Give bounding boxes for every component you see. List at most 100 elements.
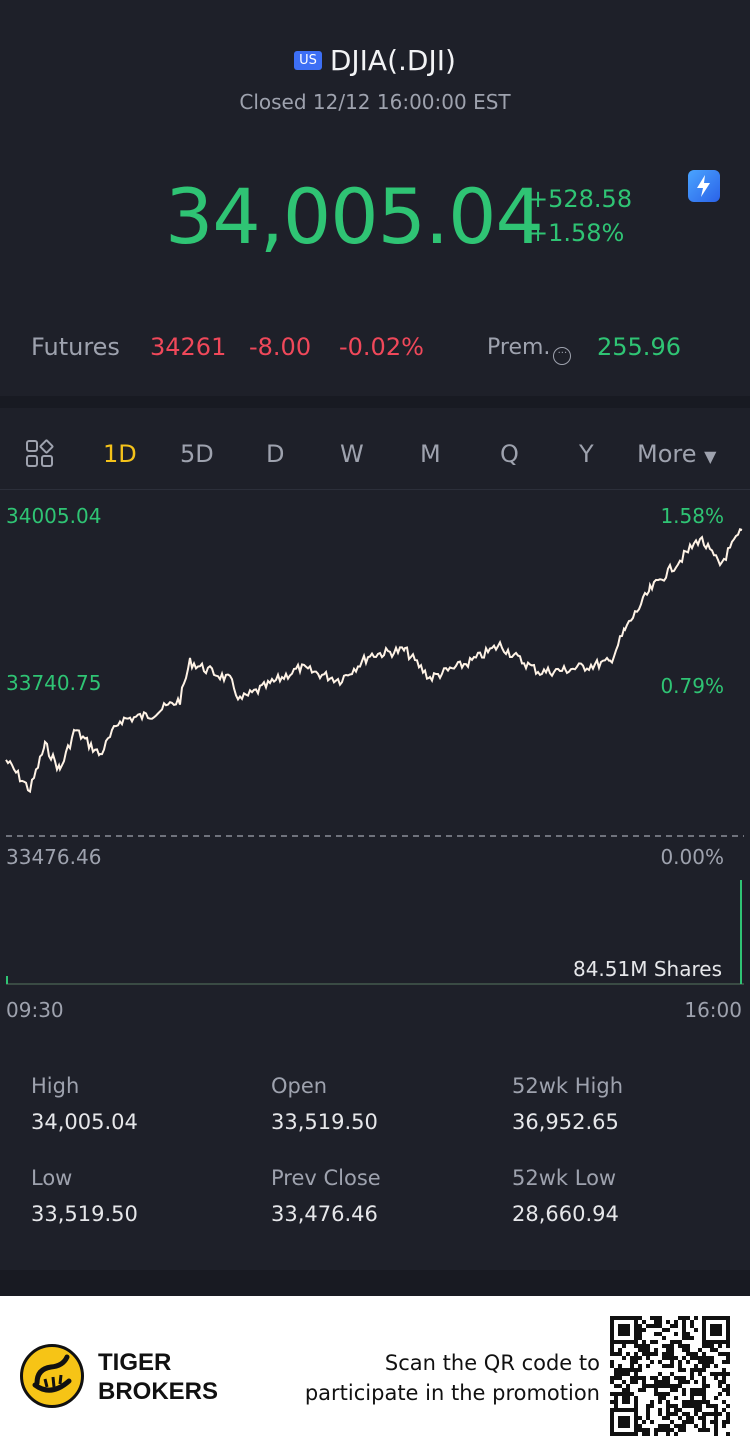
intraday-chart[interactable]: 34005.04 1.58% 33740.75 0.79% 33476.46 0… xyxy=(0,490,750,1030)
qr-module xyxy=(702,1356,706,1360)
tab-more-label: More xyxy=(637,440,697,468)
qr-module xyxy=(682,1420,686,1424)
qr-module xyxy=(698,1372,702,1376)
qr-module xyxy=(690,1320,694,1324)
qr-module xyxy=(638,1324,642,1328)
qr-module xyxy=(706,1412,710,1416)
qr-module xyxy=(726,1344,730,1348)
qr-module xyxy=(674,1388,678,1392)
qr-module xyxy=(706,1364,710,1368)
tab-y[interactable]: Y xyxy=(579,440,594,468)
qr-module xyxy=(702,1416,706,1420)
qr-module xyxy=(654,1388,658,1392)
qr-module xyxy=(662,1392,666,1396)
qr-module xyxy=(702,1392,706,1396)
qr-module xyxy=(642,1340,646,1344)
qr-module xyxy=(686,1352,690,1356)
tab-d[interactable]: D xyxy=(266,440,284,468)
stat-prev-close: Prev Close 33,476.46 xyxy=(271,1166,381,1226)
qr-module xyxy=(682,1328,686,1332)
tab-more[interactable]: More ▼ xyxy=(637,440,716,468)
qr-module xyxy=(674,1376,678,1380)
qr-module xyxy=(690,1396,694,1400)
qr-module xyxy=(678,1428,682,1432)
qr-module xyxy=(610,1352,614,1356)
qr-module xyxy=(702,1368,706,1372)
qr-module xyxy=(614,1368,618,1372)
qr-module xyxy=(630,1376,634,1380)
stat-52wk-high-value: 36,952.65 xyxy=(512,1110,619,1134)
qr-module xyxy=(714,1376,718,1380)
qr-module xyxy=(622,1388,626,1392)
qr-module xyxy=(706,1400,710,1404)
qr-module xyxy=(626,1396,630,1400)
qr-module xyxy=(610,1360,614,1364)
qr-module xyxy=(666,1376,670,1380)
qr-module xyxy=(634,1380,638,1384)
qr-module xyxy=(650,1324,654,1328)
qr-module xyxy=(658,1424,662,1428)
qr-module xyxy=(658,1408,662,1412)
tab-1d[interactable]: 1D xyxy=(103,440,137,468)
qr-module xyxy=(638,1364,642,1368)
stat-low-label: Low xyxy=(31,1166,73,1190)
qr-module xyxy=(682,1392,686,1396)
qr-module xyxy=(646,1348,650,1352)
qr-module xyxy=(638,1336,642,1340)
qr-module xyxy=(658,1316,662,1320)
qr-module xyxy=(682,1404,686,1408)
qr-module xyxy=(662,1376,666,1380)
tab-w[interactable]: W xyxy=(340,440,364,468)
tab-m[interactable]: M xyxy=(420,440,441,468)
qr-module xyxy=(694,1316,698,1320)
brand-name: TIGER BROKERS xyxy=(98,1348,218,1406)
qr-module xyxy=(654,1432,658,1436)
qr-module xyxy=(658,1384,662,1388)
qr-module xyxy=(726,1388,730,1392)
period-tabs: 1D 5D D W M Q Y More ▼ xyxy=(0,420,750,490)
qr-module xyxy=(678,1360,682,1364)
qr-module xyxy=(702,1352,706,1356)
qr-module xyxy=(706,1384,710,1388)
promo-text: Scan the QR code to participate in the p… xyxy=(305,1348,600,1408)
tab-5d[interactable]: 5D xyxy=(180,440,214,468)
qr-module xyxy=(702,1412,706,1416)
lightning-icon[interactable] xyxy=(688,170,720,202)
qr-module xyxy=(658,1412,662,1416)
qr-module xyxy=(686,1336,690,1340)
qr-module xyxy=(646,1404,650,1408)
qr-finder xyxy=(618,1416,630,1428)
qr-module xyxy=(726,1412,730,1416)
qr-module xyxy=(634,1376,638,1380)
qr-module xyxy=(614,1396,618,1400)
stat-high-label: High xyxy=(31,1074,80,1098)
stat-high-value: 34,005.04 xyxy=(31,1110,138,1134)
qr-module xyxy=(710,1412,714,1416)
qr-module xyxy=(658,1360,662,1364)
stat-low: Low 33,519.50 xyxy=(31,1166,138,1226)
info-dots-icon[interactable]: ··· xyxy=(553,347,572,365)
qr-module xyxy=(654,1384,658,1388)
qr-module xyxy=(650,1376,654,1380)
qr-module xyxy=(642,1352,646,1356)
qr-module xyxy=(682,1412,686,1416)
tab-q[interactable]: Q xyxy=(500,440,519,468)
qr-module xyxy=(714,1420,718,1424)
qr-module xyxy=(694,1364,698,1368)
qr-module xyxy=(710,1420,714,1424)
qr-module xyxy=(698,1388,702,1392)
qr-module xyxy=(626,1400,630,1404)
qr-module xyxy=(726,1356,730,1360)
qr-module xyxy=(614,1384,618,1388)
qr-module xyxy=(726,1432,730,1436)
qr-module xyxy=(714,1396,718,1400)
qr-module xyxy=(714,1428,718,1432)
qr-module xyxy=(702,1364,706,1368)
qr-module xyxy=(670,1360,674,1364)
qr-module xyxy=(670,1348,674,1352)
qr-module xyxy=(722,1408,726,1412)
qr-module xyxy=(678,1416,682,1420)
ticker-title: US DJIA(.DJI) xyxy=(0,44,750,77)
chart-layout-icon[interactable] xyxy=(25,439,55,469)
qr-module xyxy=(714,1432,718,1436)
